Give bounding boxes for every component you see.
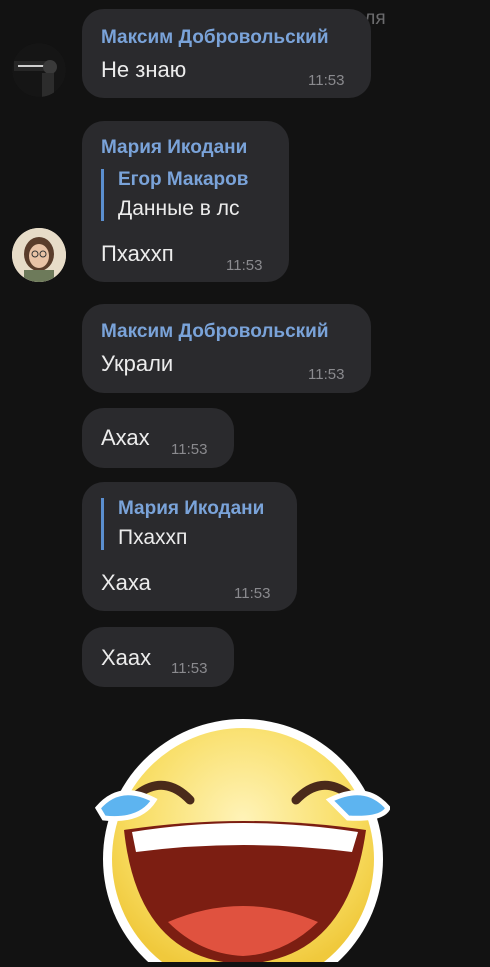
message-text: Хаах bbox=[101, 645, 152, 670]
message-bubble[interactable]: Максим Добровольский Не знаю 11:53 bbox=[82, 9, 371, 98]
reply-quote[interactable]: Егор Макаров Данные в лс bbox=[101, 169, 248, 221]
avatar-maksim-icon bbox=[12, 43, 66, 97]
reply-author: Егор Макаров bbox=[118, 169, 249, 190]
laughing-tears-emoji-icon[interactable] bbox=[90, 702, 391, 967]
message-time: 11:53 bbox=[234, 585, 271, 602]
avatar-maksim[interactable] bbox=[12, 43, 66, 97]
avatar-maria-icon bbox=[12, 228, 66, 282]
message-text: Ахах bbox=[101, 425, 150, 450]
message-time: 11:53 bbox=[226, 257, 263, 274]
message-bubble[interactable]: Ахах 11:53 bbox=[82, 408, 234, 468]
message-bubble[interactable]: Хаах 11:53 bbox=[82, 627, 234, 687]
message-time: 11:53 bbox=[171, 441, 208, 458]
reply-text: Пхаххп bbox=[118, 526, 188, 549]
message-bubble[interactable]: Максим Добровольский Украли 11:53 bbox=[82, 304, 371, 393]
message-time: 11:53 bbox=[171, 660, 208, 677]
message-time: 11:53 bbox=[308, 366, 345, 383]
message-text: Пхаххп bbox=[101, 241, 174, 266]
message-bubble[interactable]: Мария Икодани Пхаххп Хаха 11:53 bbox=[82, 482, 297, 611]
sender-name[interactable]: Максим Добровольский bbox=[101, 321, 329, 343]
reply-quote[interactable]: Мария Икодани Пхаххп bbox=[101, 498, 264, 550]
avatar-maria[interactable] bbox=[12, 228, 66, 282]
message-text: Не знаю bbox=[101, 57, 187, 82]
reply-author: Мария Икодани bbox=[118, 498, 265, 519]
sender-name[interactable]: Мария Икодани bbox=[101, 137, 247, 159]
message-bubble[interactable]: Мария Икодани Егор Макаров Данные в лс П… bbox=[82, 121, 289, 282]
message-text: Хаха bbox=[101, 570, 151, 595]
message-time: 11:53 bbox=[308, 72, 345, 89]
sender-name[interactable]: Максим Добровольский bbox=[101, 27, 329, 49]
reply-text: Данные в лс bbox=[118, 197, 240, 220]
message-text: Украли bbox=[101, 351, 174, 376]
